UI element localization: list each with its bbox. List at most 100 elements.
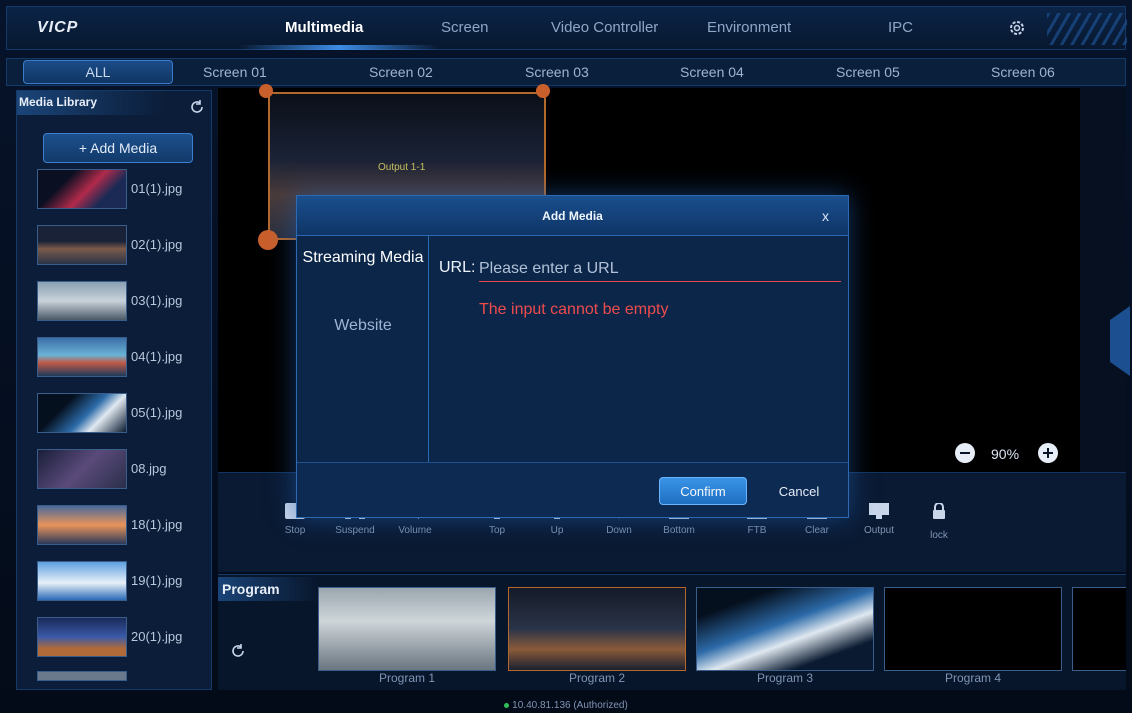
media-item[interactable]: 08.jpg <box>35 449 211 493</box>
add-media-button[interactable]: + Add Media <box>43 133 193 163</box>
dialog-nav: Streaming Media Website <box>297 236 429 462</box>
resize-handle-top-left[interactable] <box>259 84 273 98</box>
top-navigation-bar: VICP Multimedia Screen Video Controller … <box>6 6 1127 50</box>
media-item[interactable]: 04(1).jpg <box>35 337 211 381</box>
monitor-icon <box>869 503 889 519</box>
tab-all-screens[interactable]: ALL <box>23 60 173 84</box>
media-thumbnail <box>37 617 127 657</box>
program-label: Program 1 <box>378 671 436 685</box>
validation-error: The input cannot be empty <box>479 301 669 318</box>
media-thumbnail <box>37 505 127 545</box>
media-filename: 08.jpg <box>131 461 167 476</box>
media-item[interactable]: 19(1).jpg <box>35 561 211 605</box>
tab-video-controller[interactable]: Video Controller <box>551 19 658 36</box>
cancel-button[interactable]: Cancel <box>759 477 839 505</box>
ftb-label: FTB <box>747 525 767 536</box>
up-label: Up <box>550 525 564 536</box>
media-filename: 20(1).jpg <box>131 629 183 644</box>
url-label: URL: <box>439 259 476 276</box>
program-strip: Program Program 1 Program 2 Program 3 Pr… <box>218 574 1126 690</box>
media-thumbnail <box>37 449 127 489</box>
active-tab-indicator <box>239 45 439 50</box>
nav-streaming-media[interactable]: Streaming Media <box>297 248 429 267</box>
volume-label: Volume <box>398 525 432 536</box>
tab-screen-01[interactable]: Screen 01 <box>203 64 267 80</box>
media-thumbnail <box>37 393 127 433</box>
tab-environment[interactable]: Environment <box>707 19 791 36</box>
tab-ipc[interactable]: IPC <box>888 19 913 36</box>
media-filename: 04(1).jpg <box>131 349 183 364</box>
clear-label: Clear <box>805 525 829 536</box>
resize-handle-top-right[interactable] <box>536 84 550 98</box>
app-logo: VICP <box>37 19 79 36</box>
media-library-title: Media Library <box>19 95 98 109</box>
stop-label: Stop <box>284 525 306 536</box>
media-library-panel: Media Library + Add Media 01(1).jpg 02(1… <box>16 90 212 690</box>
resize-handle-bottom-left-icon[interactable] <box>258 230 278 250</box>
media-item[interactable]: 20(1).jpg <box>35 617 211 661</box>
media-thumbnail <box>37 225 127 265</box>
lock-label: lock <box>930 530 948 541</box>
program-title: Program <box>218 577 318 601</box>
tab-screen-03[interactable]: Screen 03 <box>525 64 589 80</box>
settings-gear-icon[interactable] <box>1007 18 1027 38</box>
media-item[interactable]: 18(1).jpg <box>35 505 211 549</box>
connection-status: 10.40.81.136 (Authorized) <box>512 700 628 711</box>
dialog-header: Add Media x <box>297 196 848 236</box>
lock-button[interactable]: lock <box>914 502 964 541</box>
output-label: Output <box>863 525 895 536</box>
screen-tabs-bar: ALL Screen 01 Screen 02 Screen 03 Screen… <box>6 58 1126 86</box>
tab-screen-05[interactable]: Screen 05 <box>836 64 900 80</box>
media-item[interactable]: 02(1).jpg <box>35 225 211 269</box>
program-label: Program 4 <box>944 671 1002 685</box>
media-filename: 05(1).jpg <box>131 405 183 420</box>
app-window: VICP Multimedia Screen Video Controller … <box>0 0 1132 713</box>
program-thumbnail[interactable] <box>696 587 874 671</box>
bottom-label: Bottom <box>663 525 695 536</box>
tab-screen-06[interactable]: Screen 06 <box>991 64 1055 80</box>
program-label: Program 3 <box>756 671 814 685</box>
dialog-title: Add Media <box>542 209 603 223</box>
media-thumbnail <box>37 561 127 601</box>
dialog-footer: Confirm Cancel <box>297 462 848 517</box>
add-media-dialog: Add Media x Streaming Media Website URL:… <box>296 195 849 518</box>
tab-screen-04[interactable]: Screen 04 <box>680 64 744 80</box>
zoom-in-icon[interactable] <box>1038 443 1058 463</box>
media-thumbnail <box>37 281 127 321</box>
media-filename: 03(1).jpg <box>131 293 183 308</box>
program-thumbnail[interactable] <box>318 587 496 671</box>
refresh-icon[interactable] <box>189 99 205 115</box>
down-label: Down <box>606 525 632 536</box>
canvas-side-area <box>1080 88 1126 472</box>
url-input[interactable] <box>479 256 841 282</box>
close-icon[interactable]: x <box>822 208 829 224</box>
lock-icon <box>933 502 945 519</box>
zoom-level: 90% <box>991 446 1020 462</box>
media-item[interactable]: 05(1).jpg <box>35 393 211 437</box>
media-item[interactable] <box>35 671 211 685</box>
program-thumbnail[interactable] <box>884 587 1062 671</box>
suspend-label: Suspend <box>335 525 375 536</box>
program-label: Program 2 <box>568 671 626 685</box>
media-thumbnail <box>37 337 127 377</box>
tab-screen-02[interactable]: Screen 02 <box>369 64 433 80</box>
media-filename: 02(1).jpg <box>131 237 183 252</box>
media-item[interactable]: 03(1).jpg <box>35 281 211 325</box>
top-label: Top <box>488 525 506 536</box>
program-thumbnail[interactable] <box>1072 587 1126 671</box>
media-thumbnail <box>37 169 127 209</box>
status-bar: 10.40.81.136 (Authorized) <box>0 700 1132 711</box>
program-thumbnail[interactable] <box>508 587 686 671</box>
refresh-icon[interactable] <box>230 643 246 659</box>
nav-website[interactable]: Website <box>297 316 429 335</box>
tab-screen[interactable]: Screen <box>441 19 489 36</box>
confirm-button[interactable]: Confirm <box>659 477 747 505</box>
tab-multimedia[interactable]: Multimedia <box>285 19 363 36</box>
media-item[interactable]: 01(1).jpg <box>35 169 211 213</box>
media-filename: 01(1).jpg <box>131 181 183 196</box>
media-thumbnail <box>37 671 127 681</box>
zoom-out-icon[interactable] <box>955 443 975 463</box>
decorative-stripes <box>1047 13 1127 45</box>
output-button[interactable]: Output <box>854 503 904 536</box>
media-filename: 18(1).jpg <box>131 517 183 532</box>
